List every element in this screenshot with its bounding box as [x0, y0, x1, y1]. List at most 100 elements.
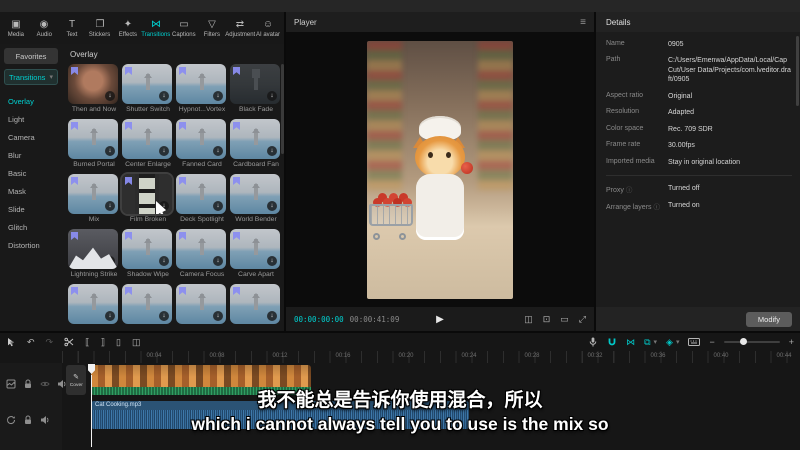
sidebar-item-blur[interactable]: Blur — [4, 146, 58, 164]
transition-fanned-card[interactable]: ↓Fanned Card — [176, 119, 228, 170]
transition-item[interactable]: ↓ — [122, 284, 174, 331]
ratio-icon[interactable]: ▭ — [560, 314, 569, 325]
video-clip[interactable] — [91, 365, 311, 395]
field-value-color-space: Rec. 709 SDR — [668, 125, 792, 134]
auto-ripple-icon[interactable]: ◈ — [666, 337, 673, 348]
grid-scrollbar[interactable] — [281, 64, 284, 154]
sidebar-item-light[interactable]: Light — [4, 110, 58, 128]
transition-camera-focus[interactable]: ↓Camera Focus — [176, 229, 228, 280]
sidebar-group-transitions[interactable]: Transitions ▾ — [4, 69, 58, 85]
tab-media[interactable]: ▣Media — [2, 19, 30, 38]
download-icon: ↓ — [213, 256, 223, 266]
collapse-icon: ▾ — [49, 73, 53, 81]
transition-then-and-now[interactable]: ↓Then and Now — [68, 64, 120, 115]
fullscreen-icon[interactable]: ⤢ — [579, 314, 586, 325]
transition-film-broken[interactable]: ↓Film Broken — [122, 174, 174, 225]
split-button[interactable] — [64, 337, 74, 348]
tab-audio[interactable]: ◉Audio — [30, 19, 58, 38]
audio-waveform — [91, 410, 469, 429]
tab-transitions[interactable]: ⋈Transitions — [142, 19, 170, 38]
window-titlebar — [0, 0, 800, 12]
download-icon: ↓ — [267, 201, 277, 211]
mirror-clip-button[interactable]: ◫ — [132, 337, 141, 348]
tab-ai-avatar[interactable]: ☺AI avatar — [254, 19, 282, 38]
fit-icon[interactable]: ⊡ — [543, 314, 551, 325]
tab-captions[interactable]: ▭Captions — [170, 19, 198, 38]
playhead[interactable] — [91, 375, 92, 447]
transition-hypnot-vortex[interactable]: ↓Hypnot...Vortex — [176, 64, 228, 115]
sidebar-item-camera[interactable]: Camera — [4, 128, 58, 146]
details-panel: Details Name0905 PathC:/Users/Emenwa/App… — [596, 12, 800, 331]
audio-clip[interactable]: Cat Cooking.mp3 — [91, 401, 469, 429]
timeline-toolbar: ▾ ↶ ↷ ⟦ ⟧ ▯ ◫ ⋈ ⧉▾ ◈▾ − + — [0, 333, 800, 351]
magnet-snap-icon[interactable] — [607, 337, 617, 348]
tab-adjustment[interactable]: ⇄Adjustment — [226, 19, 254, 38]
redo-button[interactable]: ↷ — [46, 337, 54, 348]
zoom-out-button[interactable]: − — [709, 337, 714, 347]
transition-black-fade[interactable]: ↓Black Fade — [230, 64, 282, 115]
chevron-down-icon[interactable]: ▾ — [676, 338, 680, 346]
select-tool-button[interactable]: ▾ — [6, 337, 16, 348]
tab-effects[interactable]: ✦Effects — [114, 19, 142, 38]
chevron-down-icon[interactable]: ▾ — [654, 338, 658, 346]
sidebar-item-glitch[interactable]: Glitch — [4, 218, 58, 236]
bookmark-icon — [179, 287, 186, 295]
timeline-panel: ▾ ↶ ↷ ⟦ ⟧ ▯ ◫ ⋈ ⧉▾ ◈▾ − + 00: — [0, 333, 800, 450]
track-cover-icon[interactable] — [6, 375, 16, 393]
field-value-frame-rate: 30.00fps — [668, 141, 792, 150]
tab-filters[interactable]: ▽Filters — [198, 19, 226, 38]
preview-axis-icon[interactable]: ⧉ — [644, 337, 650, 348]
lock-icon[interactable] — [23, 375, 33, 393]
top-toolbar: ▣Media ◉Audio TText ❐Stickers ✦Effects ⋈… — [0, 12, 284, 44]
hide-track-icon[interactable] — [40, 375, 50, 393]
transition-mix[interactable]: ↓Mix — [68, 174, 120, 225]
linking-icon[interactable]: ⋈ — [626, 337, 635, 348]
transition-deck-spotlight[interactable]: ↓Deck Spotlight — [176, 174, 228, 225]
transition-lightning-strike[interactable]: ↓Lightning Strike — [68, 229, 120, 280]
shortcut-keys-icon[interactable] — [688, 337, 700, 348]
transition-item[interactable]: ↓ — [176, 284, 228, 331]
tab-stickers[interactable]: ❐Stickers — [86, 19, 114, 38]
delete-right-button[interactable]: ⟧ — [101, 337, 105, 348]
mirror-preview-icon[interactable]: ◫ — [524, 314, 533, 325]
field-label: Arrange layers — [606, 204, 652, 211]
undo-button[interactable]: ↶ — [27, 337, 35, 348]
modify-button[interactable]: Modify — [746, 312, 792, 327]
loop-icon[interactable] — [6, 411, 16, 429]
play-button[interactable]: ▶ — [436, 314, 444, 325]
sidebar-favorites[interactable]: Favorites — [4, 48, 58, 64]
transition-center-enlarge[interactable]: ↓Center Enlarge — [122, 119, 174, 170]
sidebar-item-slide[interactable]: Slide — [4, 200, 58, 218]
filters-icon: ▽ — [208, 19, 216, 30]
transition-cardboard-fan[interactable]: ↓Cardboard Fan — [230, 119, 282, 170]
transition-burned-portal[interactable]: ↓Burned Portal — [68, 119, 120, 170]
timeline-ruler[interactable]: 00:04 00:08 00:12 00:16 00:20 00:24 00:2… — [62, 351, 800, 363]
delete-button[interactable]: ▯ — [116, 337, 121, 348]
bookmark-icon — [125, 67, 132, 75]
timeline-zoom-slider[interactable] — [724, 341, 780, 343]
transition-shutter-switch[interactable]: ↓Shutter Switch — [122, 64, 174, 115]
sidebar-item-mask[interactable]: Mask — [4, 182, 58, 200]
details-scrollbar[interactable] — [796, 36, 799, 106]
transitions-icon: ⋈ — [151, 19, 161, 30]
sidebar-item-distortion[interactable]: Distortion — [4, 236, 58, 254]
zoom-in-button[interactable]: + — [789, 337, 794, 347]
delete-left-button[interactable]: ⟦ — [85, 337, 89, 348]
video-clip-audio-waveform — [91, 387, 311, 395]
lock-icon[interactable] — [23, 411, 33, 429]
transition-world-bender[interactable]: ↓World Bender — [230, 174, 282, 225]
transition-item[interactable]: ↓ — [68, 284, 120, 331]
sidebar-item-overlay[interactable]: Overlay — [4, 92, 58, 110]
video-preview[interactable] — [367, 41, 513, 299]
mute-track-icon[interactable] — [40, 411, 50, 429]
transition-shadow-wipe[interactable]: ↓Shadow Wipe — [122, 229, 174, 280]
transition-carve-apart[interactable]: ↓Carve Apart — [230, 229, 282, 280]
transition-item[interactable]: ↓ — [230, 284, 282, 331]
sidebar-item-basic[interactable]: Basic — [4, 164, 58, 182]
player-menu-icon[interactable]: ≡ — [580, 17, 586, 28]
tab-text[interactable]: TText — [58, 19, 86, 38]
zoom-slider-handle[interactable] — [740, 338, 747, 345]
record-voiceover-icon[interactable] — [588, 337, 598, 348]
download-icon: ↓ — [213, 311, 223, 321]
edit-cover-button[interactable]: ✎ Cover — [66, 365, 86, 395]
